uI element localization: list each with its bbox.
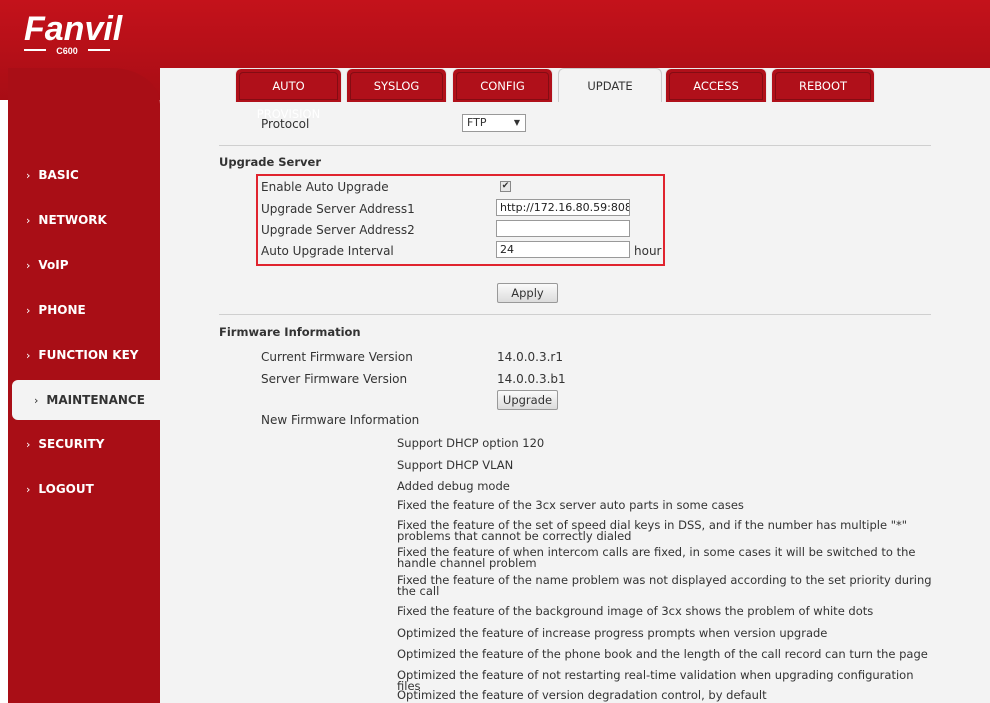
sidebar-item-function-key[interactable]: › FUNCTION KEY xyxy=(0,335,152,375)
firmware-note: Fixed the feature of the set of speed di… xyxy=(397,518,908,543)
divider xyxy=(219,314,931,315)
protocol-select[interactable]: FTP ▼ xyxy=(462,114,526,132)
tab-update[interactable]: UPDATE xyxy=(558,68,662,102)
server-address2-input[interactable] xyxy=(496,220,630,237)
protocol-label: Protocol xyxy=(261,117,310,131)
server-address1-input[interactable]: http://172.16.80.59:808 xyxy=(496,199,630,216)
firmware-note: Optimized the feature of increase progre… xyxy=(397,626,828,640)
enable-auto-upgrade-label: Enable Auto Upgrade xyxy=(261,180,389,194)
chevron-right-icon: › xyxy=(26,349,31,362)
tab-syslog[interactable]: SYSLOG xyxy=(346,68,447,102)
tab-reboot[interactable]: REBOOT xyxy=(771,68,875,102)
chevron-right-icon: › xyxy=(26,214,31,227)
firmware-note: Added debug mode xyxy=(397,479,510,493)
fanvil-logo: Fanvil C600 xyxy=(24,10,124,56)
server-firmware-value: 14.0.0.3.b1 xyxy=(497,372,566,386)
firmware-note: Fixed the feature of when intercom calls… xyxy=(397,545,916,570)
chevron-right-icon: › xyxy=(26,169,31,182)
enable-auto-upgrade-checkbox[interactable]: ✔ xyxy=(500,181,511,192)
firmware-note: Support DHCP option 120 xyxy=(397,436,545,450)
tab-access[interactable]: ACCESS xyxy=(665,68,767,102)
server-address1-label: Upgrade Server Address1 xyxy=(261,202,415,216)
auto-upgrade-interval-label: Auto Upgrade Interval xyxy=(261,244,394,258)
current-firmware-label: Current Firmware Version xyxy=(261,350,413,364)
dropdown-arrow-icon: ▼ xyxy=(513,118,520,127)
firmware-note: Fixed the feature of the background imag… xyxy=(397,604,874,618)
sidebar-item-network[interactable]: › NETWORK xyxy=(0,200,152,240)
firmware-note: Optimized the feature of the phone book … xyxy=(397,647,928,661)
firmware-note: Fixed the feature of the 3cx server auto… xyxy=(397,498,744,512)
firmware-note: Optimized the feature of version degrada… xyxy=(397,688,767,702)
sidebar-item-logout[interactable]: › LOGOUT xyxy=(0,469,152,509)
sidebar-item-basic[interactable]: › BASIC xyxy=(0,155,152,195)
sidebar-item-voip[interactable]: › VoIP xyxy=(0,245,152,285)
firmware-information-title: Firmware Information xyxy=(219,325,361,339)
sidebar-item-maintenance[interactable]: › MAINTENANCE xyxy=(12,380,160,420)
upgrade-server-title: Upgrade Server xyxy=(219,155,321,169)
chevron-right-icon: › xyxy=(26,483,31,496)
divider xyxy=(219,145,931,146)
chevron-right-icon: › xyxy=(26,304,31,317)
chevron-right-icon: › xyxy=(26,259,31,272)
sidebar-item-phone[interactable]: › PHONE xyxy=(0,290,152,330)
auto-upgrade-interval-input[interactable]: 24 xyxy=(496,241,630,258)
model-label: C600 xyxy=(56,46,78,56)
tab-auto-provision[interactable]: AUTO PROVISION xyxy=(235,68,342,121)
new-firmware-info-label: New Firmware Information xyxy=(261,413,420,427)
chevron-right-icon: › xyxy=(26,438,31,451)
sidebar-item-security[interactable]: › SECURITY xyxy=(0,424,152,464)
apply-button[interactable]: Apply xyxy=(497,283,558,303)
chevron-right-icon: › xyxy=(34,394,39,407)
tab-config[interactable]: CONFIG xyxy=(452,68,553,102)
current-firmware-value: 14.0.0.3.r1 xyxy=(497,350,563,364)
firmware-note: Fixed the feature of the name problem wa… xyxy=(397,573,932,598)
upgrade-button[interactable]: Upgrade xyxy=(497,390,558,410)
server-address2-label: Upgrade Server Address2 xyxy=(261,223,415,237)
interval-unit-label: hour xyxy=(634,244,662,258)
svg-text:Fanvil: Fanvil xyxy=(24,10,124,48)
firmware-note: Support DHCP VLAN xyxy=(397,458,514,472)
server-firmware-label: Server Firmware Version xyxy=(261,372,408,386)
